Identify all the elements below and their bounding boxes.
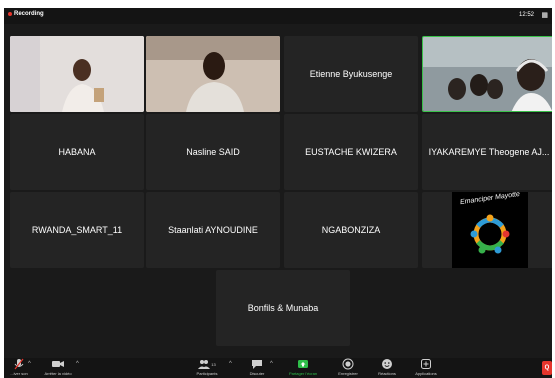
share-screen-icon <box>298 360 308 368</box>
chat-label: Discuter <box>249 371 265 376</box>
chat-button[interactable]: Discuter <box>242 358 272 376</box>
participant-video-tile[interactable] <box>10 36 144 112</box>
participant-name: Etienne Byukusenge <box>309 69 393 79</box>
participants-button[interactable]: 13 Participants <box>190 358 224 376</box>
recording-label: Recording <box>14 11 44 17</box>
participant-name: HABANA <box>58 147 96 157</box>
participant-tile[interactable]: RWANDA_SMART_11 <box>10 192 144 268</box>
participant-name: Bonfils & Munaba <box>247 303 319 313</box>
participant-tile[interactable]: Etienne Byukusenge <box>284 36 418 112</box>
participant-tile[interactable]: Bonfils & Munaba <box>216 270 350 346</box>
reactions-smiley-icon <box>382 359 392 369</box>
record-button[interactable]: Enregistrer <box>330 358 366 376</box>
stop-video-button[interactable]: Arrêter la vidéo <box>38 358 78 376</box>
clock: 12:52 <box>518 12 534 18</box>
participant-name: NGABONZIZA <box>321 225 381 235</box>
apps-button[interactable]: Applications <box>408 358 444 376</box>
emanciper-mayotte-logo: Emanciper Mayotte <box>452 192 528 268</box>
reactions-label: Réactions <box>378 371 396 376</box>
participant-video <box>423 37 552 111</box>
record-label: Enregistrer <box>338 371 358 376</box>
share-screen-button[interactable]: Partager l'écran <box>282 358 324 376</box>
participants-count: 13 <box>211 361 216 367</box>
record-dot-icon <box>8 12 12 16</box>
leave-button[interactable]: Q <box>542 361 552 375</box>
mute-label: ...iver son <box>10 371 28 376</box>
video-camera-icon <box>52 361 64 367</box>
participant-name: IYAKAREMYE Theogene AJ... <box>428 147 550 157</box>
participant-tile[interactable]: HABANA <box>10 114 144 190</box>
participant-tile[interactable]: IYAKAREMYE Theogene AJ... <box>422 114 552 190</box>
participants-label: Participants <box>196 371 218 376</box>
participant-video <box>10 36 144 112</box>
participant-video-tile[interactable] <box>146 36 280 112</box>
meeting-toolbar: ...iver son ^ Arrêter la vidéo ^ 13 Part… <box>4 358 552 378</box>
participants-icon <box>198 360 211 369</box>
participant-name: Staanlati AYNOUDINE <box>168 225 258 235</box>
participant-tile[interactable]: NGABONZIZA <box>284 192 418 268</box>
apps-icon <box>421 359 431 369</box>
participant-name: EUSTACHE KWIZERA <box>305 147 397 157</box>
participant-logo-tile[interactable]: Emanciper Mayotte <box>422 192 552 268</box>
mute-options-chevron-icon[interactable]: ^ <box>28 361 31 367</box>
recording-indicator[interactable]: Recording <box>8 11 44 17</box>
apps-label: Applications <box>415 371 437 376</box>
reactions-button[interactable]: Réactions <box>370 358 404 376</box>
top-bar: Recording 12:52 ▦ <box>4 8 552 24</box>
chat-bubble-icon <box>252 360 262 369</box>
grid-view-icon[interactable]: ▦ <box>541 12 548 19</box>
microphone-muted-icon <box>14 358 24 370</box>
participant-tile[interactable]: Nasline SAID <box>146 114 280 190</box>
participant-name: RWANDA_SMART_11 <box>31 225 123 235</box>
participant-video-tile-active[interactable] <box>422 36 552 112</box>
video-options-chevron-icon[interactable]: ^ <box>76 361 79 367</box>
participants-options-chevron-icon[interactable]: ^ <box>229 361 232 367</box>
participant-video <box>146 36 280 112</box>
chat-options-chevron-icon[interactable]: ^ <box>270 361 273 367</box>
participant-tile[interactable]: EUSTACHE KWIZERA <box>284 114 418 190</box>
participant-tile[interactable]: Staanlati AYNOUDINE <box>146 192 280 268</box>
meeting-window: Recording 12:52 ▦ Etienne Byukusenge HAB… <box>4 8 552 378</box>
share-screen-label: Partager l'écran <box>288 371 318 376</box>
stop-video-label: Arrêter la vidéo <box>44 371 72 376</box>
participant-name: Nasline SAID <box>186 147 240 157</box>
record-icon <box>342 358 354 370</box>
